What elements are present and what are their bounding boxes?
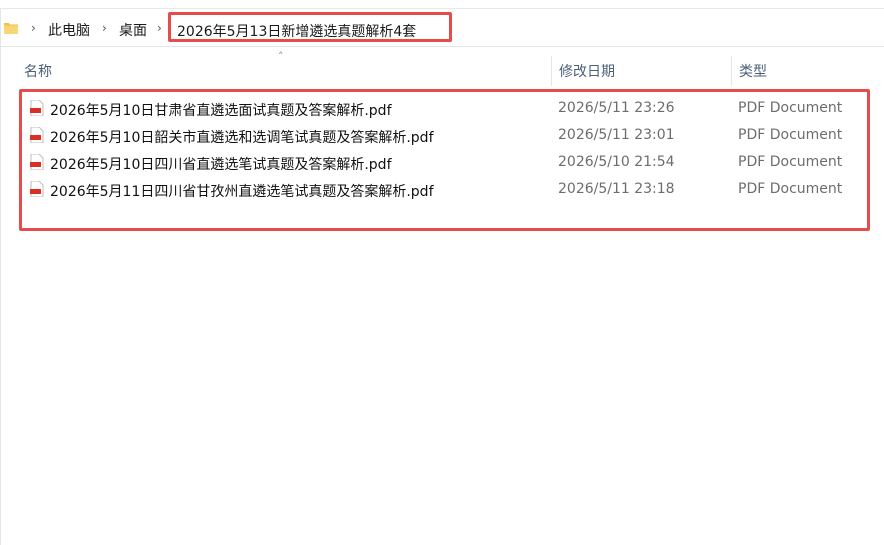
pdf-file-icon [30, 100, 44, 116]
column-header-date[interactable]: 修改日期 [559, 61, 615, 81]
file-modified-date: 2026/5/11 23:01 [558, 127, 675, 143]
file-name: 2026年5月10日四川省直遴选笔试真题及答案解析.pdf [50, 157, 392, 173]
pdf-file-icon [30, 127, 44, 143]
file-name: 2026年5月10日韶关市直遴选和选调笔试真题及答案解析.pdf [50, 130, 434, 146]
file-modified-date: 2026/5/11 23:26 [558, 100, 675, 116]
file-name: 2026年5月10日甘肃省直遴选面试真题及答案解析.pdf [50, 103, 392, 119]
breadcrumb-desktop[interactable]: 桌面 [119, 20, 147, 40]
breadcrumb-current-label: 2026年5月13日新增遴选真题解析4套 [177, 24, 417, 40]
file-row[interactable]: 2026年5月11日四川省甘孜州直遴选笔试真题及答案解析.pdf 2026/5/… [0, 176, 884, 203]
file-modified-date: 2026/5/11 23:18 [558, 181, 675, 197]
chevron-right-icon[interactable]: › [157, 21, 162, 35]
window-left-edge [0, 8, 1, 545]
column-divider[interactable] [731, 56, 732, 86]
folder-icon [4, 23, 18, 34]
file-type: PDF Document [738, 127, 843, 143]
file-row[interactable]: 2026年5月10日四川省直遴选笔试真题及答案解析.pdf 2026/5/10 … [0, 149, 884, 176]
pdf-file-icon [30, 181, 44, 197]
column-divider[interactable] [551, 56, 552, 86]
breadcrumb-this-pc[interactable]: 此电脑 [48, 20, 90, 40]
address-bar[interactable]: › 此电脑 › 桌面 › 2026年5月13日新增遴选真题解析4套 [0, 12, 884, 47]
file-type: PDF Document [738, 181, 843, 197]
column-header-type[interactable]: 类型 [739, 61, 767, 81]
file-modified-date: 2026/5/10 21:54 [558, 154, 675, 170]
breadcrumb-current-folder[interactable]: 2026年5月13日新增遴选真题解析4套 [168, 12, 452, 42]
file-row[interactable]: 2026年5月10日甘肃省直遴选面试真题及答案解析.pdf 2026/5/11 … [0, 95, 884, 122]
pdf-file-icon [30, 154, 44, 170]
sort-up-icon: ˄ [278, 50, 284, 63]
chevron-right-icon[interactable]: › [102, 21, 107, 35]
file-row[interactable]: 2026年5月10日韶关市直遴选和选调笔试真题及答案解析.pdf 2026/5/… [0, 122, 884, 149]
window-top-edge [0, 0, 884, 9]
file-type: PDF Document [738, 154, 843, 170]
chevron-right-icon[interactable]: › [31, 21, 36, 35]
file-name: 2026年5月11日四川省甘孜州直遴选笔试真题及答案解析.pdf [50, 184, 434, 200]
file-type: PDF Document [738, 100, 843, 116]
column-header-name[interactable]: 名称 [24, 61, 52, 81]
